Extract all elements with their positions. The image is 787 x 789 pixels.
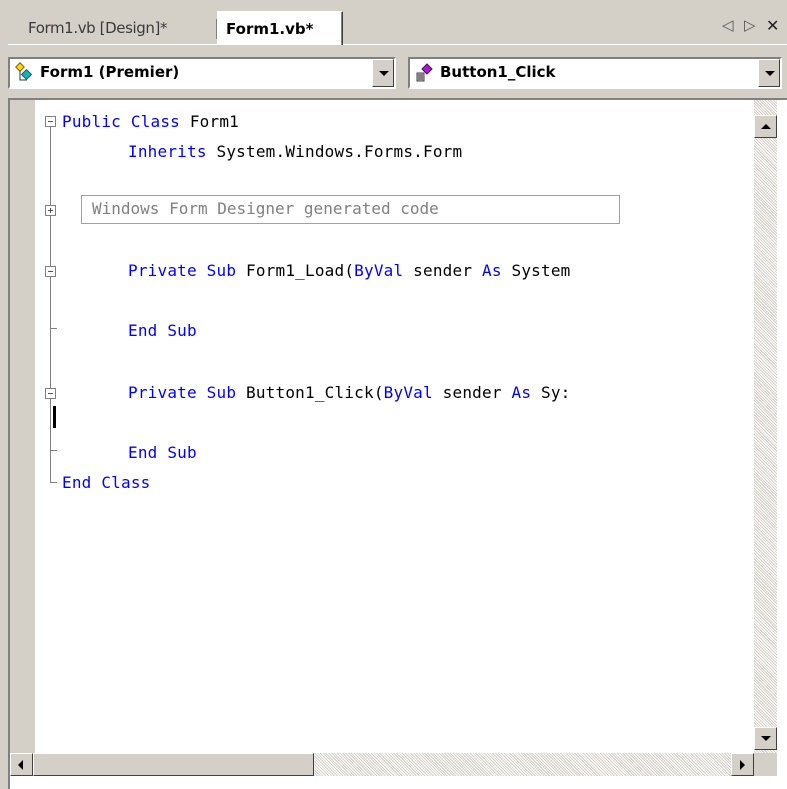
scroll-down-button[interactable] <box>754 727 777 750</box>
navigation-dropdown-bar: Form1 (Premier) Button1_Click <box>0 46 787 98</box>
horizontal-scroll-thumb[interactable] <box>33 753 314 776</box>
scroll-left-icon[interactable]: ◁ <box>722 16 734 34</box>
tab-form1-design[interactable]: Form1.vb [Design]* <box>16 11 217 45</box>
code-text: Form1 <box>180 112 239 131</box>
outline-end-tick <box>50 328 57 329</box>
editor-gutter <box>10 100 35 753</box>
vertical-scrollbar[interactable] <box>754 100 777 753</box>
collapse-icon[interactable] <box>45 116 56 127</box>
collapsed-region[interactable]: Windows Form Designer generated code <box>81 195 620 224</box>
chevron-down-icon[interactable] <box>758 59 780 87</box>
method-name-value: Button1_Click <box>440 63 556 81</box>
code-line: End Class <box>62 473 151 493</box>
code-editor[interactable]: Public Class Form1 Inherits System.Windo… <box>8 98 787 789</box>
scroll-left-button[interactable] <box>10 753 33 776</box>
collapse-icon[interactable] <box>45 266 56 277</box>
code-text: sender <box>403 261 483 280</box>
keyword: Private Sub <box>128 261 237 280</box>
document-tab-strip: Form1.vb [Design]* Form1.vb* ◁ ▷ ✕ <box>0 0 787 46</box>
method-name-dropdown[interactable]: Button1_Click <box>408 57 782 89</box>
text-caret <box>53 406 56 428</box>
scrollbar-corner <box>754 753 777 776</box>
keyword: Inherits <box>128 142 207 161</box>
code-line: End Sub <box>128 443 197 463</box>
code-line: Public Class Form1 <box>62 112 239 132</box>
keyword: Public Class <box>62 112 180 131</box>
collapse-icon[interactable] <box>45 388 56 399</box>
scroll-up-button[interactable] <box>754 115 777 138</box>
scroll-right-icon[interactable]: ▷ <box>744 16 756 34</box>
tab-label: Form1.vb* <box>226 19 314 38</box>
code-text: System.Windows.Forms.Form <box>206 142 463 161</box>
tab-form1-code[interactable]: Form1.vb* <box>217 11 343 45</box>
code-line: Private Sub Form1_Load(ByVal sender As S… <box>128 261 571 281</box>
code-text: Sy: <box>531 383 571 402</box>
scroll-right-button[interactable] <box>731 753 754 776</box>
keyword: End Class <box>62 473 151 492</box>
class-name-dropdown[interactable]: Form1 (Premier) <box>8 57 396 89</box>
event-icon <box>416 63 433 82</box>
keyword: As <box>482 261 502 280</box>
keyword: Private Sub <box>128 383 237 402</box>
code-text: Form1_Load( <box>236 261 355 280</box>
code-line: Private Sub Button1_Click(ByVal sender A… <box>128 383 571 403</box>
outline-end-tick <box>50 482 57 483</box>
tab-label: Form1.vb [Design]* <box>28 19 168 37</box>
keyword: ByVal <box>383 383 433 402</box>
outline-guide <box>50 126 51 483</box>
code-text: sender <box>432 383 512 402</box>
keyword: ByVal <box>354 261 404 280</box>
expand-icon[interactable] <box>45 205 56 216</box>
close-icon[interactable]: ✕ <box>766 16 779 35</box>
code-area[interactable]: Public Class Form1 Inherits System.Windo… <box>36 100 754 753</box>
code-text: Button1_Click( <box>236 383 384 402</box>
class-name-value: Form1 (Premier) <box>40 63 180 81</box>
code-line: End Sub <box>128 321 197 341</box>
keyword: End Sub <box>128 321 197 340</box>
code-line: Inherits System.Windows.Forms.Form <box>128 142 462 162</box>
chevron-down-icon[interactable] <box>372 59 394 87</box>
keyword: End Sub <box>128 443 197 462</box>
horizontal-scrollbar[interactable] <box>10 753 754 776</box>
keyword: As <box>511 383 532 402</box>
code-text: System <box>501 261 571 280</box>
class-icon <box>15 62 33 81</box>
outline-end-tick <box>50 450 57 451</box>
